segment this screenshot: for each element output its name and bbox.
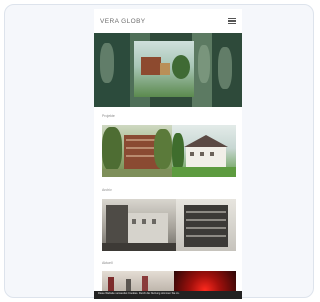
section-label-archive: Archiv — [102, 188, 112, 192]
project-photo-white-villa[interactable] — [172, 125, 236, 177]
site-brand[interactable]: VERA GLOBY — [100, 18, 146, 25]
site-header: VERA GLOBY — [94, 9, 242, 33]
project-photo-brick-building[interactable] — [102, 125, 172, 177]
section-label-current: Aktuell — [102, 261, 113, 265]
archive-photo-corner-building[interactable] — [176, 199, 236, 251]
hamburger-menu-icon[interactable] — [228, 17, 236, 25]
mobile-page-preview: VERA GLOBY Projekte Archiv Aktuell Diese… — [94, 9, 242, 299]
section-label-projects: Projekte — [102, 114, 115, 118]
hero-image — [94, 33, 242, 107]
archive-photo-historic-building[interactable] — [102, 199, 176, 251]
cookie-banner[interactable]: Diese Website verwendet Cookies. Durch d… — [94, 291, 242, 299]
